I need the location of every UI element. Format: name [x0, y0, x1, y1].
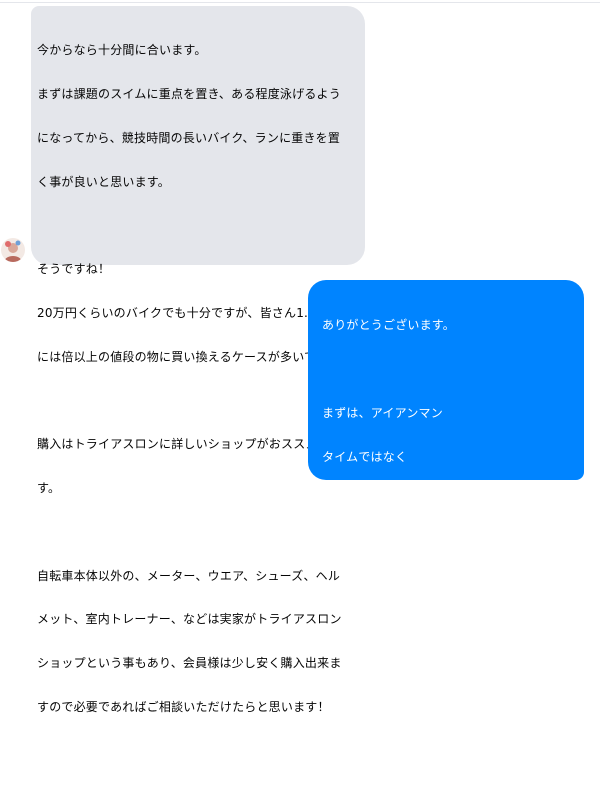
top-divider	[0, 2, 600, 3]
message-line: そうですね！	[37, 262, 111, 277]
message-line: 手続きをよろしくお願い申し上げます。	[322, 624, 541, 639]
message-line: 4回コースに入ります。	[322, 580, 451, 595]
message-line: 自転車本体以外の、メーター、ウエア、シューズ、ヘル	[37, 568, 341, 583]
message-line: 来年までの練習量の	[322, 712, 432, 727]
message-line: タイムではなく	[322, 449, 408, 464]
message-line: メット、室内トレーナー、などは実家がトライアスロン	[37, 612, 342, 627]
message-line: 完走を目標にしたいです。	[322, 493, 467, 508]
message-line: 今からなら十分間に合います。	[37, 43, 207, 58]
message-line: になってから、競技時間の長いバイク、ランに重きを置	[37, 130, 341, 145]
message-line	[37, 525, 357, 540]
avatar-image	[1, 238, 25, 262]
sender-avatar[interactable]	[1, 238, 25, 262]
message-line: まずは課題のスイムに重点を置き、ある程度泳げるよう	[37, 86, 341, 101]
message-line: ありがとうございます。	[322, 318, 456, 333]
message-line	[322, 668, 574, 683]
message-line: スケジューリングを教えていただきたいです。	[322, 756, 553, 785]
message-line	[37, 218, 357, 233]
message-line	[322, 537, 574, 552]
outgoing-message-bubble[interactable]: ありがとうございます。 まずは、アイアンマン タイムではなく 完走を目標にしたい…	[308, 280, 584, 785]
message-line: すので必要であればご相談いただけたらと思います！	[37, 699, 330, 714]
message-line: まずは、アイアンマン	[322, 405, 443, 420]
message-line: く事が良いと思います。	[37, 174, 171, 189]
message-line: ショップという事もあり、会員様は少し安く購入出来ま	[37, 656, 342, 671]
message-line	[322, 362, 574, 377]
incoming-message-bubble[interactable]: 今からなら十分間に合います。 まずは課題のスイムに重点を置き、ある程度泳げるよう…	[31, 6, 365, 714]
message-line: す。	[37, 481, 61, 495]
